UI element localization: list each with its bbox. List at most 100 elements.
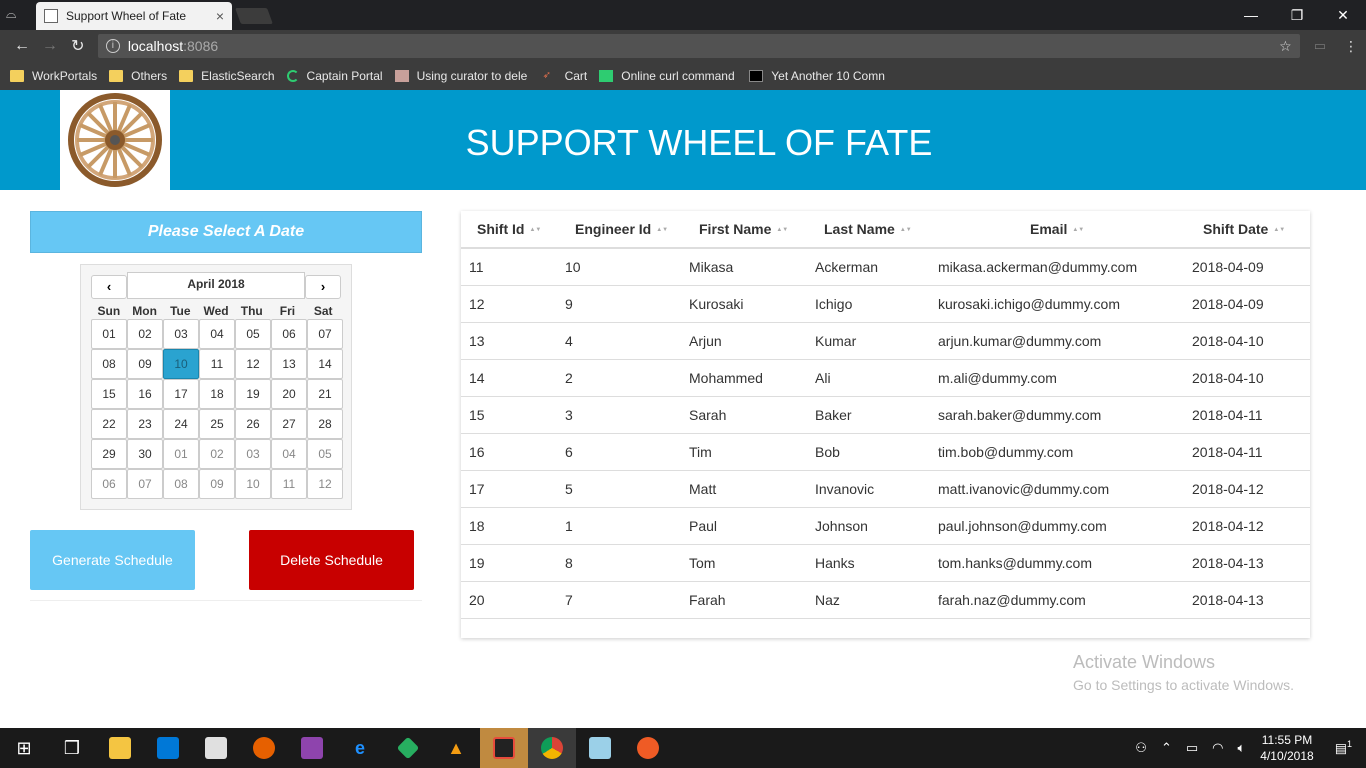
calendar-day[interactable]: 13 [271, 349, 307, 379]
calendar-day[interactable]: 03 [235, 439, 271, 469]
calendar-day[interactable]: 24 [163, 409, 199, 439]
calendar-day[interactable]: 02 [199, 439, 235, 469]
calendar-day[interactable]: 08 [163, 469, 199, 499]
close-window-icon[interactable]: ✕ [1320, 0, 1366, 30]
calendar-day[interactable]: 11 [271, 469, 307, 499]
next-month-button[interactable]: › [305, 275, 341, 299]
calendar-day[interactable]: 09 [199, 469, 235, 499]
chevron-up-icon[interactable]: ⌃ [1161, 740, 1172, 756]
prev-month-button[interactable]: ‹ [91, 275, 127, 299]
calendar-day[interactable]: 19 [235, 379, 271, 409]
bookmark-curl[interactable]: Online curl command [599, 69, 737, 83]
notification-icon[interactable]: ▤1 [1335, 739, 1352, 756]
bookmark-others[interactable]: Others [109, 69, 167, 83]
month-label[interactable]: April 2018 [127, 272, 305, 299]
delete-schedule-button[interactable]: Delete Schedule [249, 530, 414, 590]
browser-tab[interactable]: Support Wheel of Fate × [36, 2, 232, 30]
notes-icon[interactable] [576, 728, 624, 768]
calendar-day[interactable]: 11 [199, 349, 235, 379]
sort-icon[interactable]: ▲▼ [900, 227, 912, 233]
calendar-day[interactable]: 07 [127, 469, 163, 499]
column-header[interactable]: Shift Id ▲▼ [461, 211, 563, 249]
calendar-day[interactable]: 03 [163, 319, 199, 349]
calendar-day[interactable]: 10 [163, 349, 199, 379]
calendar-day[interactable]: 12 [307, 469, 343, 499]
calendar-day[interactable]: 21 [307, 379, 343, 409]
clock[interactable]: 11:55 PM 4/10/2018 [1260, 732, 1313, 764]
menu-icon[interactable]: ⋮ [1344, 38, 1358, 55]
battery-icon[interactable]: ▭ [1186, 740, 1198, 756]
chrome-icon[interactable] [528, 728, 576, 768]
calendar-day[interactable]: 15 [91, 379, 127, 409]
calendar-day[interactable]: 27 [271, 409, 307, 439]
calendar-day[interactable]: 02 [127, 319, 163, 349]
new-tab-button[interactable] [235, 8, 273, 24]
calendar-day[interactable]: 05 [235, 319, 271, 349]
tab-close-icon[interactable]: × [216, 8, 224, 24]
restore-icon[interactable]: ❐ [1274, 0, 1320, 30]
vlc-icon[interactable]: ▲ [432, 728, 480, 768]
bookmark-curator[interactable]: Using curator to dele [394, 69, 531, 83]
calendar-day[interactable]: 20 [271, 379, 307, 409]
forward-icon[interactable]: → [36, 37, 64, 55]
bookmark-workportals[interactable]: WorkPortals [10, 69, 97, 83]
calendar-day[interactable]: 17 [163, 379, 199, 409]
calendar-day[interactable]: 12 [235, 349, 271, 379]
minimize-icon[interactable]: — [1228, 0, 1274, 30]
postman-icon[interactable] [624, 728, 672, 768]
git-icon[interactable] [384, 728, 432, 768]
calendar-day[interactable]: 08 [91, 349, 127, 379]
calendar-day[interactable]: 01 [91, 319, 127, 349]
column-header[interactable]: Email ▲▼ [938, 211, 1192, 249]
calendar-day[interactable]: 04 [199, 319, 235, 349]
calendar-day[interactable]: 25 [199, 409, 235, 439]
bookmark-captain-portal[interactable]: Captain Portal [286, 69, 383, 83]
cast-icon[interactable]: ▭ [1314, 38, 1326, 54]
column-header[interactable]: Engineer Id ▲▼ [563, 211, 689, 249]
calendar-day[interactable]: 18 [199, 379, 235, 409]
sort-icon[interactable]: ▲▼ [1273, 227, 1285, 233]
calendar-day[interactable]: 28 [307, 409, 343, 439]
sort-icon[interactable]: ▲▼ [656, 227, 668, 233]
sort-icon[interactable]: ▲▼ [1072, 227, 1084, 233]
calendar-day[interactable]: 07 [307, 319, 343, 349]
apps-grid-icon[interactable] [192, 728, 240, 768]
winrar-icon[interactable] [288, 728, 336, 768]
store-icon[interactable] [144, 728, 192, 768]
people-icon[interactable]: ⚇ [1135, 740, 1147, 756]
calendar-day[interactable]: 10 [235, 469, 271, 499]
start-icon[interactable]: ⊞ [0, 728, 48, 768]
firefox-icon[interactable] [240, 728, 288, 768]
task-view-icon[interactable]: ❒ [48, 728, 96, 768]
bookmark-yet-another[interactable]: Yet Another 10 Comn [749, 69, 885, 83]
calendar-day[interactable]: 06 [91, 469, 127, 499]
calendar-day[interactable]: 09 [127, 349, 163, 379]
back-icon[interactable]: ← [8, 37, 36, 55]
bookmark-cart[interactable]: ➶ Cart [543, 69, 588, 83]
calendar-day[interactable]: 04 [271, 439, 307, 469]
intellij-icon[interactable] [480, 728, 528, 768]
sort-icon[interactable]: ▲▼ [529, 227, 541, 233]
calendar-day[interactable]: 26 [235, 409, 271, 439]
edge-icon[interactable]: e [336, 728, 384, 768]
calendar-day[interactable]: 01 [163, 439, 199, 469]
calendar-day[interactable]: 29 [91, 439, 127, 469]
volume-icon[interactable]: 🔈︎ [1237, 740, 1245, 756]
column-header[interactable]: Last Name ▲▼ [815, 211, 938, 249]
file-explorer-icon[interactable] [96, 728, 144, 768]
calendar-day[interactable]: 22 [91, 409, 127, 439]
bookmark-star-icon[interactable]: ☆ [1279, 38, 1292, 55]
column-header[interactable]: First Name ▲▼ [689, 211, 815, 249]
reload-icon[interactable]: ↻ [64, 36, 92, 56]
calendar-day[interactable]: 23 [127, 409, 163, 439]
bookmark-elasticsearch[interactable]: ElasticSearch [179, 69, 275, 83]
calendar-day[interactable]: 30 [127, 439, 163, 469]
address-bar[interactable]: i localhost :8086 ☆ [97, 34, 1300, 58]
info-icon[interactable]: i [105, 39, 120, 53]
column-header[interactable]: Shift Date ▲▼ [1192, 211, 1310, 249]
calendar-day[interactable]: 06 [271, 319, 307, 349]
wifi-icon[interactable]: ◠ [1212, 740, 1223, 756]
generate-schedule-button[interactable]: Generate Schedule [30, 530, 195, 590]
calendar-day[interactable]: 14 [307, 349, 343, 379]
calendar-day[interactable]: 05 [307, 439, 343, 469]
